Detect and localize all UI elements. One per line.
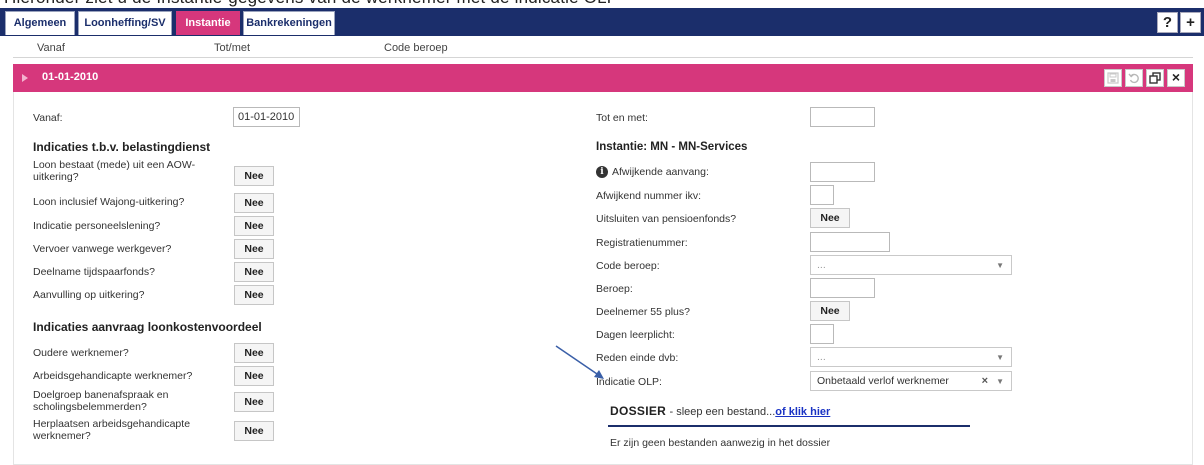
uitsluiten-label: Uitsluiten van pensioenfonds? bbox=[596, 213, 737, 225]
undo-icon[interactable] bbox=[1125, 69, 1143, 87]
expand-triangle-icon[interactable] bbox=[22, 74, 28, 82]
beroep-label: Beroep: bbox=[596, 283, 633, 295]
dagen-leerplicht-label: Dagen leerplicht: bbox=[596, 329, 675, 341]
reden-einde-label: Reden einde dvb: bbox=[596, 352, 679, 364]
dossier-header: DOSSIER - sleep een bestand...of klik hi… bbox=[610, 404, 830, 418]
personeelslening-label: Indicatie personeelslening? bbox=[33, 220, 161, 232]
dossier-upload-link[interactable]: of klik hier bbox=[775, 406, 830, 418]
section-title-belastingdienst: Indicaties t.b.v. belastingdienst bbox=[33, 140, 211, 154]
info-icon[interactable]: i bbox=[596, 166, 608, 179]
reden-einde-select[interactable]: ... ▼ bbox=[810, 347, 1012, 367]
deelnemer-55-label: Deelnemer 55 plus? bbox=[596, 306, 690, 318]
tab-bar: Algemeen Loonheffing/SV Instantie Bankre… bbox=[0, 8, 1204, 36]
column-header-tot-met[interactable]: Tot/met bbox=[214, 42, 250, 54]
vanaf-input[interactable]: 01-01-2010 bbox=[233, 107, 300, 127]
aanvulling-toggle[interactable]: Nee bbox=[234, 285, 274, 305]
personeelslening-toggle[interactable]: Nee bbox=[234, 216, 274, 236]
tijdspaarfonds-toggle[interactable]: Nee bbox=[234, 262, 274, 282]
tab-instantie[interactable]: Instantie bbox=[176, 11, 240, 35]
tab-loonheffing-sv[interactable]: Loonheffing/SV bbox=[78, 11, 172, 35]
column-header-vanaf[interactable]: Vanaf bbox=[37, 42, 65, 54]
vervoer-label: Vervoer vanwege werkgever? bbox=[33, 243, 172, 255]
top-caption: Hieronder ziet u de Instantie-gegevens v… bbox=[0, 0, 1204, 8]
dossier-divider bbox=[608, 425, 970, 427]
uitsluiten-toggle[interactable]: Nee bbox=[810, 208, 850, 228]
beroep-input[interactable] bbox=[810, 278, 875, 298]
dossier-title: DOSSIER bbox=[610, 404, 667, 418]
chevron-down-icon: ▼ bbox=[996, 353, 1004, 362]
arbeidsgehandicapte-toggle[interactable]: Nee bbox=[234, 366, 274, 386]
vervoer-toggle[interactable]: Nee bbox=[234, 239, 274, 259]
code-beroep-select[interactable]: ... ▼ bbox=[810, 255, 1012, 275]
instantie-title: Instantie: MN - MN-Services bbox=[596, 141, 748, 153]
wajong-label: Loon inclusief Wajong-uitkering? bbox=[33, 196, 185, 208]
chevron-down-icon: ▼ bbox=[996, 261, 1004, 270]
registratienummer-label: Registratienummer: bbox=[596, 237, 688, 249]
dagen-leerplicht-input[interactable] bbox=[810, 324, 834, 344]
copy-icon[interactable] bbox=[1146, 69, 1164, 87]
registratienummer-input[interactable] bbox=[810, 232, 890, 252]
tot-en-met-input[interactable] bbox=[810, 107, 875, 127]
aanvulling-label: Aanvulling op uitkering? bbox=[33, 289, 145, 301]
chevron-down-icon: ▼ bbox=[996, 377, 1004, 386]
column-header-code-beroep[interactable]: Code beroep bbox=[384, 42, 448, 54]
aow-toggle[interactable]: Nee bbox=[234, 166, 274, 186]
herplaatsen-toggle[interactable]: Nee bbox=[234, 421, 274, 441]
add-button[interactable]: + bbox=[1180, 12, 1201, 33]
section-title-loonkostenvoordeel: Indicaties aanvraag loonkostenvoordeel bbox=[33, 320, 262, 334]
herplaatsen-label: Herplaatsen arbeidsgehandicapte werkneme… bbox=[33, 418, 191, 442]
afwijkende-aanvang-label: i Afwijkende aanvang: bbox=[596, 166, 709, 179]
record-header[interactable]: 01-01-2010 × bbox=[13, 64, 1193, 92]
clear-icon[interactable]: × bbox=[982, 375, 988, 387]
tot-en-met-label: Tot en met: bbox=[596, 112, 648, 124]
dossier-subtitle: - sleep een bestand... bbox=[669, 406, 776, 418]
oudere-werknemer-label: Oudere werknemer? bbox=[33, 347, 129, 359]
help-button[interactable]: ? bbox=[1157, 12, 1178, 33]
arbeidsgehandicapte-label: Arbeidsgehandicapte werknemer? bbox=[33, 370, 193, 382]
record-title: 01-01-2010 bbox=[42, 71, 99, 83]
oudere-werknemer-toggle[interactable]: Nee bbox=[234, 343, 274, 363]
header-divider bbox=[13, 57, 1193, 58]
code-beroep-label: Code beroep: bbox=[596, 260, 660, 272]
afwijkend-nummer-input[interactable] bbox=[810, 185, 834, 205]
doelgroep-toggle[interactable]: Nee bbox=[234, 392, 274, 412]
indicatie-olp-select[interactable]: Onbetaald verlof werknemer × ▼ bbox=[810, 371, 1012, 391]
afwijkende-aanvang-input[interactable] bbox=[810, 162, 875, 182]
close-icon[interactable]: × bbox=[1167, 69, 1185, 87]
tab-bankrekeningen[interactable]: Bankrekeningen bbox=[243, 11, 335, 35]
tab-algemeen[interactable]: Algemeen bbox=[5, 11, 75, 35]
tijdspaarfonds-label: Deelname tijdspaarfonds? bbox=[33, 266, 155, 278]
indicatie-olp-label: Indicatie OLP: bbox=[596, 376, 662, 388]
aow-label: Loon bestaat (mede) uit een AOW-uitkerin… bbox=[33, 159, 196, 183]
wajong-toggle[interactable]: Nee bbox=[234, 193, 274, 213]
deelnemer-55-toggle[interactable]: Nee bbox=[810, 301, 850, 321]
doelgroep-label: Doelgroep banenafspraak en scholingsbele… bbox=[33, 389, 169, 413]
dossier-empty-text: Er zijn geen bestanden aanwezig in het d… bbox=[610, 437, 831, 449]
afwijkend-nummer-label: Afwijkend nummer ikv: bbox=[596, 190, 702, 202]
save-icon[interactable] bbox=[1104, 69, 1122, 87]
vanaf-label: Vanaf: bbox=[33, 112, 63, 124]
